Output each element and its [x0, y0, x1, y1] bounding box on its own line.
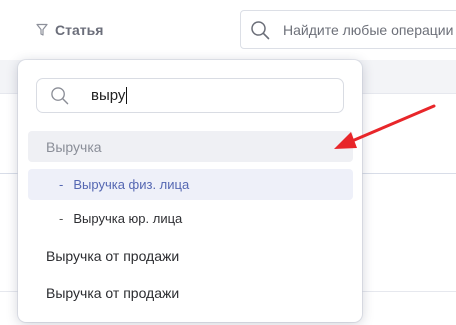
option-label: Выручка физ. лица [73, 177, 190, 192]
article-dropdown: выру Выручка - Выручка физ. лица - Выруч… [18, 60, 362, 322]
search-icon [51, 87, 69, 105]
option-prefix: - [59, 177, 64, 192]
option-label: Выручка юр. лица [73, 211, 183, 226]
article-filter-label: Статья [55, 22, 104, 38]
option-revenue-sales-1[interactable]: Выручка от продажи [28, 240, 353, 271]
option-prefix: - [59, 211, 64, 226]
option-label: Выручка от продажи [46, 247, 180, 264]
article-filter-button[interactable]: Статья [36, 20, 103, 40]
text-caret [126, 87, 128, 104]
option-label: Выручка [46, 138, 102, 155]
dropdown-search-value: выру [91, 87, 126, 104]
funnel-icon [36, 23, 48, 36]
option-group-revenue: Выручка [28, 131, 353, 162]
option-label: Выручка от продажи [46, 284, 180, 301]
toolbar: Статья [0, 0, 456, 58]
search-icon [251, 20, 270, 39]
option-revenue-individuals[interactable]: - Выручка физ. лица [28, 169, 353, 200]
option-revenue-sales-2[interactable]: Выручка от продажи [28, 277, 353, 308]
option-revenue-legal-entities[interactable]: - Выручка юр. лица [28, 203, 353, 234]
dropdown-search-field[interactable]: выру [36, 78, 344, 113]
operations-search-input[interactable] [283, 21, 456, 38]
operations-search[interactable] [240, 10, 456, 49]
